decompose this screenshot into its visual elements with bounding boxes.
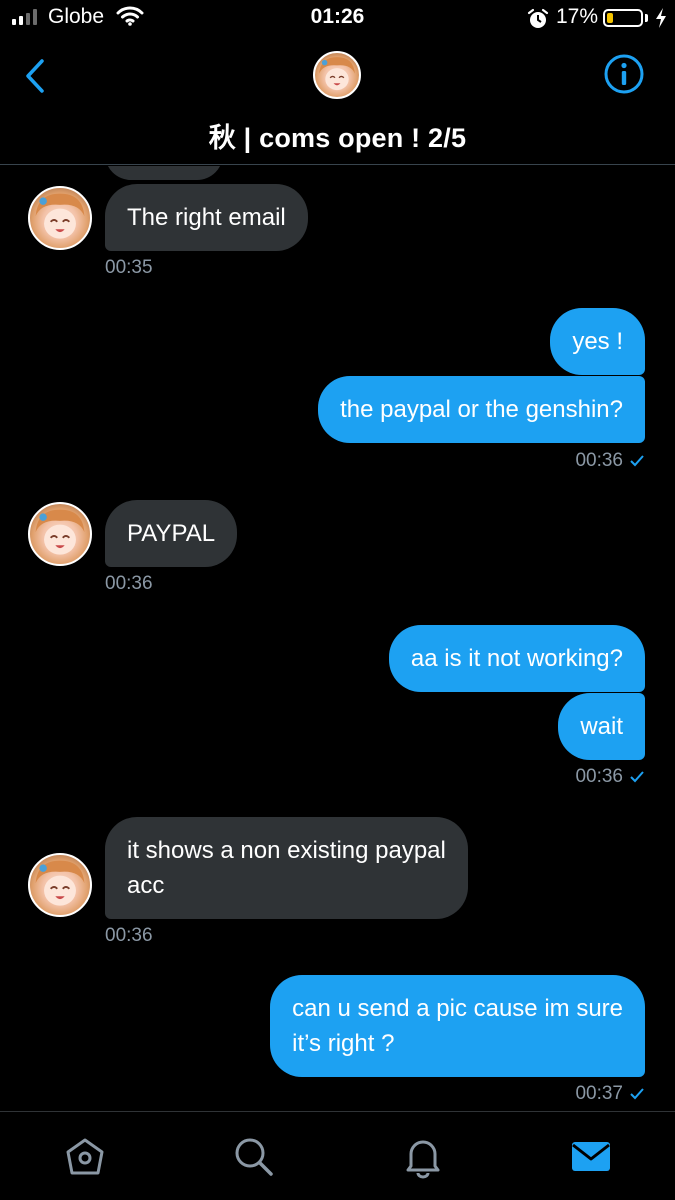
message-timestamp: 00:36 [575,766,623,787]
battery-percentage: 17% [556,5,599,28]
status-bar: Globe 01:26 17% [0,0,675,40]
sender-avatar[interactable] [28,502,92,566]
message-timestamp: 00:36 [105,925,153,946]
message-timestamp-read: 00:36 [575,766,645,788]
sender-avatar[interactable] [28,186,92,250]
alarm-clock-icon [527,8,549,35]
avatar-illustration [319,57,355,91]
back-button[interactable] [22,58,48,99]
message-bubble-received[interactable]: PAYPAL [105,500,238,567]
chevron-left-icon [26,59,44,93]
message-bubble-sent[interactable]: yes ! [550,308,645,375]
message-timestamp-read: 00:36 [575,450,645,472]
message-timestamp-read: 00:37 [575,1083,645,1105]
avatar-illustration [35,193,85,239]
message-bubble-received[interactable]: The right email [105,184,308,251]
tab-bar-divider [0,1111,675,1112]
info-circle-icon [604,54,644,94]
sender-avatar[interactable] [28,853,92,917]
search-icon [235,1138,273,1176]
tab-search[interactable] [230,1133,276,1184]
info-button[interactable] [602,52,646,101]
avatar-illustration [35,860,85,906]
message-bubble-sent[interactable]: can u send a pic cause im sure it’s righ… [270,975,645,1077]
avatar-illustration [35,509,85,555]
tab-home[interactable] [62,1133,108,1184]
home-icon [66,1138,104,1175]
battery-level-fill [607,13,613,23]
tab-messages[interactable] [568,1133,614,1184]
message-bubble-received[interactable]: it shows a non existing paypal acc [105,817,468,919]
message-bubble-sent[interactable]: wait [558,693,645,760]
message-bubble-sent[interactable]: the paypal or the genshin? [318,376,645,443]
message-timestamp: 00:35 [105,257,153,278]
message-bubble-sent[interactable]: aa is it not working? [388,625,645,692]
read-checkmark-icon [630,455,644,467]
read-checkmark-icon [630,771,644,783]
message-timestamp: 00:37 [575,1083,623,1104]
read-checkmark-icon [630,1088,644,1100]
charging-bolt-icon [654,7,668,34]
messages-envelope-icon [572,1142,610,1171]
conversation-title: 秋 | coms open ! 2/5 [208,123,467,153]
message-timestamp: 00:36 [575,450,623,471]
message-timestamp: 00:36 [105,573,153,594]
battery-cap [645,14,648,22]
conversation-avatar[interactable] [313,51,361,99]
tab-notifications[interactable] [400,1133,446,1184]
battery-icon [603,9,643,27]
header-divider [0,164,675,165]
notifications-bell-icon [406,1140,440,1179]
